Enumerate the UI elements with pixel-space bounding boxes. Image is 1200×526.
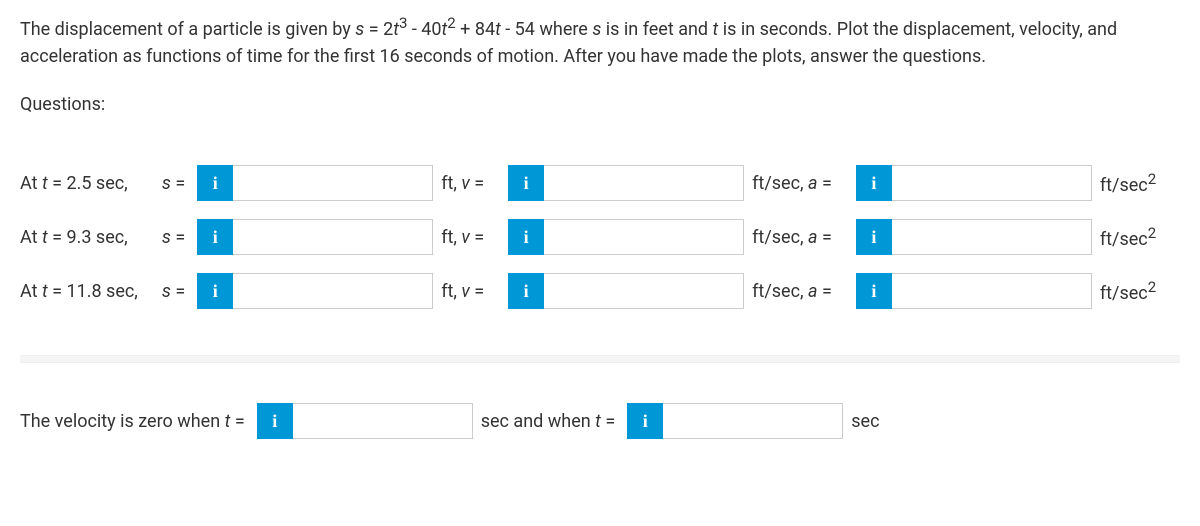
row-time-label: At t = 2.5 sec,	[20, 165, 156, 201]
velocity-zero-mid-label: sec and when t =	[481, 411, 620, 432]
s-input[interactable]	[233, 273, 433, 309]
problem-statement: The displacement of a particle is given …	[20, 12, 1180, 70]
v-input[interactable]	[544, 165, 744, 201]
divider	[20, 355, 1180, 363]
v-unit-a-label: ft/sec, a =	[744, 165, 856, 201]
info-icon: i	[627, 403, 663, 439]
a-input[interactable]	[892, 273, 1092, 309]
a-input-group: i	[856, 219, 1092, 255]
v-unit-a-label: ft/sec, a =	[744, 273, 856, 309]
t2-input[interactable]	[663, 403, 843, 439]
info-icon: i	[856, 273, 892, 309]
question-grid: At t = 2.5 sec, s = i ft, v = i ft/sec, …	[20, 147, 1180, 327]
questions-heading: Questions:	[20, 94, 1180, 115]
velocity-zero-end-label: sec	[851, 411, 883, 432]
v-unit-a-label: ft/sec, a =	[744, 219, 856, 255]
t1-input[interactable]	[293, 403, 473, 439]
a-input[interactable]	[892, 165, 1092, 201]
t2-input-group: i	[627, 403, 843, 439]
info-icon: i	[856, 165, 892, 201]
s-input-group: i	[197, 219, 433, 255]
row-time-label: At t = 11.8 sec,	[20, 273, 156, 309]
s-label: s =	[156, 273, 197, 309]
s-unit-v-label: ft, v =	[433, 165, 508, 201]
question-row: At t = 11.8 sec, s = i ft, v = i ft/sec,…	[20, 273, 1180, 309]
s-input-group: i	[197, 165, 433, 201]
v-input-group: i	[508, 219, 744, 255]
info-icon: i	[197, 273, 233, 309]
s-input[interactable]	[233, 165, 433, 201]
v-input[interactable]	[544, 219, 744, 255]
info-icon: i	[508, 273, 544, 309]
s-label: s =	[156, 165, 197, 201]
question-row: At t = 9.3 sec, s = i ft, v = i ft/sec, …	[20, 219, 1180, 255]
a-unit: ft/sec2	[1092, 273, 1180, 309]
a-unit: ft/sec2	[1092, 219, 1180, 255]
info-icon: i	[856, 219, 892, 255]
velocity-zero-row: The velocity is zero when t = i sec and …	[20, 403, 1180, 439]
s-unit-v-label: ft, v =	[433, 273, 508, 309]
info-icon: i	[197, 165, 233, 201]
v-input[interactable]	[544, 273, 744, 309]
info-icon: i	[508, 165, 544, 201]
row-time-label: At t = 9.3 sec,	[20, 219, 156, 255]
info-icon: i	[508, 219, 544, 255]
s-input-group: i	[197, 273, 433, 309]
s-input[interactable]	[233, 219, 433, 255]
a-unit: ft/sec2	[1092, 165, 1180, 201]
a-input[interactable]	[892, 219, 1092, 255]
info-icon: i	[197, 219, 233, 255]
t1-input-group: i	[257, 403, 473, 439]
v-input-group: i	[508, 273, 744, 309]
s-label: s =	[156, 219, 197, 255]
v-input-group: i	[508, 165, 744, 201]
a-input-group: i	[856, 165, 1092, 201]
info-icon: i	[257, 403, 293, 439]
s-unit-v-label: ft, v =	[433, 219, 508, 255]
velocity-zero-label: The velocity is zero when t =	[20, 411, 249, 432]
question-row: At t = 2.5 sec, s = i ft, v = i ft/sec, …	[20, 165, 1180, 201]
a-input-group: i	[856, 273, 1092, 309]
